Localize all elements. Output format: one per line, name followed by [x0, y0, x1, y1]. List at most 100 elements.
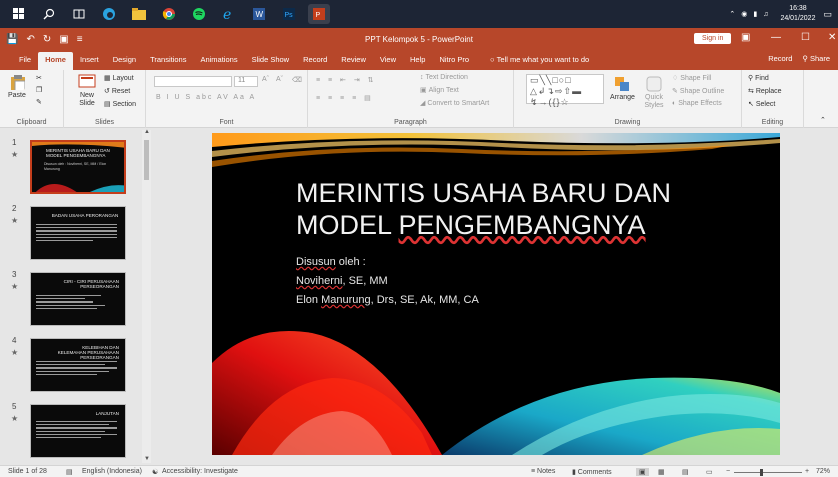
zoom-slider-knob[interactable] [760, 469, 763, 476]
list-buttons[interactable]: ≡ ≡ ⇤ ⇥ ⇅ [316, 76, 377, 84]
windows-start-icon[interactable] [8, 4, 30, 24]
tab-help[interactable]: Help [403, 52, 432, 70]
tab-view[interactable]: View [373, 52, 403, 70]
thumbnail-body-lines [36, 224, 117, 243]
shape-effects-button[interactable]: ◐ Shape Effects [672, 100, 722, 107]
thumbnail-slide-2[interactable]: 2 ★ Badan Usaha Perorangan [0, 204, 146, 264]
zoom-slider[interactable] [734, 472, 802, 473]
slide-title[interactable]: MERINTIS USAHA BARU DAN MODEL PENGEMBANG… [296, 177, 766, 241]
tab-transitions[interactable]: Transitions [143, 52, 193, 70]
clock[interactable]: 16:38 24/01/2022 [780, 4, 815, 24]
thumbnail-slide-5[interactable]: 5 ★ Lanjutan [0, 402, 146, 462]
subtitle-author-1-degrees: , SE, MM [342, 275, 388, 287]
tab-design[interactable]: Design [106, 52, 143, 70]
shape-outline-button[interactable]: ✎ Shape Outline [672, 87, 724, 96]
reading-view-icon[interactable]: ▤ [682, 468, 689, 476]
arrange-button[interactable]: Arrange [610, 76, 635, 101]
thumbnail-number: 4 [12, 336, 17, 345]
thumbnail-slide-4[interactable]: 4 ★ Kelebihan dan Kelemahan Perusahaan P… [0, 336, 146, 396]
notification-icon[interactable]: ▭ [823, 9, 832, 20]
tab-record[interactable]: Record [296, 52, 334, 70]
zoom-in-icon[interactable]: + [805, 468, 809, 475]
powerpoint-icon[interactable]: P [308, 4, 330, 24]
slideshow-view-icon[interactable]: ▭ [706, 468, 713, 476]
shapes-gallery[interactable]: ▭╲╲□○□ △↲↴⇨⇧▬ ↯→({}☆ [526, 74, 604, 107]
slide-count[interactable]: Slide 1 of 28 [8, 468, 47, 475]
internet-explorer-icon[interactable]: e [218, 4, 240, 24]
record-button[interactable]: Record [768, 54, 792, 63]
tab-nitro-pro[interactable]: Nitro Pro [432, 52, 476, 70]
ribbon-display-icon[interactable]: ▣ [741, 32, 750, 43]
language-status[interactable]: English (Indonesia) [82, 468, 142, 475]
new-slide-button[interactable]: New Slide [72, 74, 102, 108]
editor-scrollbar[interactable] [828, 130, 837, 463]
slide-thumbnail-pane: 1 ★ Merintis Usaha Baru dan Model Pengem… [0, 128, 152, 465]
normal-view-icon[interactable]: ▣ [636, 468, 649, 476]
grow-font-icon[interactable]: Aˆ [262, 76, 269, 83]
clear-format-icon[interactable]: ⌫ [292, 76, 302, 84]
tell-me-box[interactable]: ○ Tell me what you want to do [490, 52, 589, 70]
layout-button[interactable]: ▦ Layout [104, 74, 134, 83]
word-icon[interactable]: W [248, 4, 270, 24]
thumbnail-slide-3[interactable]: 3 ★ Ciri - Ciri Perusahaan Perseorangan [0, 270, 146, 330]
close-icon[interactable]: ✕ [828, 32, 836, 43]
notes-button[interactable]: ≡ Notes [531, 468, 555, 475]
collapse-ribbon-icon[interactable]: ⌃ [820, 116, 826, 124]
scroll-down-arrow-icon[interactable]: ▼ [144, 456, 150, 462]
maximize-icon[interactable]: ☐ [801, 32, 810, 43]
transition-star-icon: ★ [11, 348, 19, 357]
network-icon[interactable]: ◉ [741, 10, 747, 18]
format-painter-icon[interactable]: ✎ [36, 98, 42, 106]
tab-review[interactable]: Review [334, 52, 373, 70]
comments-button[interactable]: ▮ Comments [572, 468, 612, 476]
task-view-icon[interactable] [68, 4, 90, 24]
file-explorer-icon[interactable] [128, 4, 150, 24]
section-button[interactable]: ▤ Section [104, 100, 136, 109]
shrink-font-icon[interactable]: Aˇ [276, 76, 283, 83]
align-buttons[interactable]: ≡ ≡ ≡ ≡ ▤ [316, 94, 374, 102]
copy-icon[interactable]: ❐ [36, 86, 42, 94]
chrome-icon[interactable] [158, 4, 180, 24]
sign-in-button[interactable]: Sign in [694, 33, 732, 44]
convert-smartart-button[interactable]: ◢ Convert to SmartArt [420, 99, 489, 108]
paste-button[interactable]: Paste [8, 74, 26, 99]
chevron-up-icon[interactable]: ⌃ [729, 10, 735, 18]
scroll-up-arrow-icon[interactable]: ▲ [144, 129, 150, 135]
tab-slide-show[interactable]: Slide Show [245, 52, 297, 70]
tab-file[interactable]: File [12, 52, 38, 70]
font-format-buttons[interactable]: B I U S abc AV Aa A [156, 94, 256, 101]
font-size-box[interactable]: 11 [234, 76, 258, 87]
photoshop-icon[interactable]: Ps [278, 4, 300, 24]
volume-icon[interactable]: ♫ [763, 11, 768, 18]
slide-subtitle[interactable]: Disusun oleh : Noviherni, SE, MM Elon Ma… [296, 253, 479, 310]
cut-icon[interactable]: ✂ [36, 74, 42, 82]
text-direction-button[interactable]: ↕ Text Direction [420, 74, 468, 81]
replace-button[interactable]: ⇆ Replace [748, 87, 782, 96]
spotify-icon[interactable] [188, 4, 210, 24]
reset-button[interactable]: ↺ Reset [104, 87, 130, 96]
minimize-icon[interactable]: — [771, 32, 781, 43]
edge-icon[interactable] [98, 4, 120, 24]
tab-animations[interactable]: Animations [193, 52, 244, 70]
slide-sorter-icon[interactable]: ▦ [658, 468, 665, 476]
align-text-button[interactable]: ▣ Align Text [420, 86, 459, 95]
search-icon[interactable] [38, 4, 60, 24]
share-button[interactable]: ⚲ Share [802, 54, 830, 63]
subtitle-line-1: Disusun oleh : [296, 253, 479, 272]
select-button[interactable]: ↖ Select [748, 100, 775, 109]
quick-styles-button[interactable]: Quick Styles [640, 76, 668, 110]
tab-home[interactable]: Home [38, 52, 73, 70]
thumbnail-scroll-thumb[interactable] [144, 140, 149, 180]
accessibility-status[interactable]: Accessibility: Investigate [162, 468, 238, 475]
find-button[interactable]: ⚲ Find [748, 74, 769, 83]
spelling-check-icon[interactable]: ▤ [66, 468, 73, 476]
tab-insert[interactable]: Insert [73, 52, 106, 70]
thumbnail-slide-1[interactable]: 1 ★ Merintis Usaha Baru dan Model Pengem… [0, 138, 146, 198]
font-name-box[interactable] [154, 76, 232, 87]
battery-icon[interactable]: ▮ [753, 10, 757, 18]
zoom-level[interactable]: 72% [816, 468, 830, 475]
shape-fill-button[interactable]: ♢ Shape Fill [672, 74, 711, 83]
slide-editor[interactable]: MERINTIS USAHA BARU DAN MODEL PENGEMBANG… [212, 133, 780, 455]
zoom-out-icon[interactable]: − [726, 468, 730, 475]
svg-text:P: P [316, 12, 321, 19]
